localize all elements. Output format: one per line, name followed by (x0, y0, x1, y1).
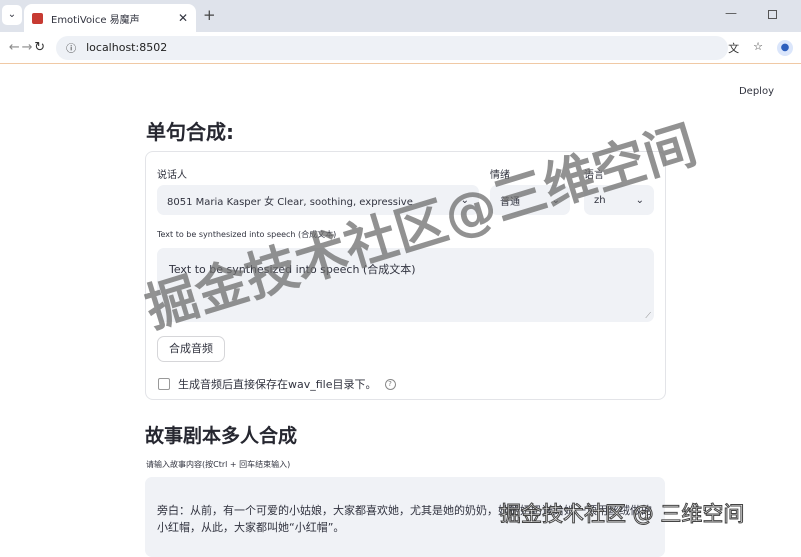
chevron-down-icon: ⌄ (460, 194, 469, 206)
checkbox-icon[interactable] (158, 378, 170, 390)
checkbox-label: 生成音频后直接保存在wav_file目录下。 (178, 378, 377, 391)
language-label: 语言 (584, 170, 604, 181)
help-icon[interactable]: ? (384, 378, 396, 390)
forward-icon[interactable]: → (21, 40, 34, 55)
tab-list-button[interactable]: ⌄ (2, 5, 22, 25)
tab-title: EmotiVoice 易魔声 (51, 14, 140, 26)
speaker-label: 说话人 (157, 170, 187, 181)
save-wav-checkbox[interactable]: 生成音频后直接保存在wav_file目录下。 ? (158, 376, 396, 392)
url-text: localhost:8502 (86, 41, 168, 54)
translate-icon[interactable]: 文 (728, 40, 739, 56)
story-input[interactable]: 旁白：从前，有一个可爱的小姑娘，大家都喜欢她，尤其是她的奶奶，她的奶奶送给她一顶… (145, 477, 665, 557)
text-label: Text to be synthesized into speech (合成文本… (157, 230, 337, 239)
close-tab-icon[interactable]: ✕ (178, 11, 188, 25)
emotion-label: 情绪 (490, 170, 510, 181)
new-tab-button[interactable]: + (203, 6, 216, 24)
emotion-select[interactable]: 普通 ⌄ (490, 185, 570, 215)
speaker-value: 8051 Maria Kasper 女 Clear, soothing, exp… (167, 196, 413, 208)
deploy-button[interactable]: Deploy (739, 86, 774, 97)
synthesize-button[interactable]: 合成音频 (157, 336, 225, 362)
single-synthesis-title: 单句合成: (146, 120, 234, 144)
language-value: zh (594, 194, 606, 206)
bookmark-star-icon[interactable]: ☆ (753, 40, 763, 56)
address-bar: ← → ↻ ⓘ localhost:8502 文 ☆ ● (0, 32, 801, 64)
minimize-button[interactable]: — (725, 6, 737, 20)
profile-avatar[interactable]: ● (777, 39, 793, 56)
text-input[interactable]: Text to be synthesized into speech (合成文本… (157, 248, 654, 322)
site-info-icon[interactable]: ⓘ (66, 40, 76, 55)
language-select[interactable]: zh ⌄ (584, 185, 654, 215)
url-input[interactable]: ⓘ localhost:8502 (56, 35, 729, 60)
story-synthesis-title: 故事剧本多人合成 (145, 425, 298, 447)
back-icon[interactable]: ← (8, 40, 21, 55)
tab-bar: ⌄ EmotiVoice 易魔声 ✕ + — (0, 0, 801, 32)
reload-icon[interactable]: ↻ (33, 40, 46, 55)
maximize-button[interactable] (768, 10, 777, 19)
speaker-select[interactable]: 8051 Maria Kasper 女 Clear, soothing, exp… (157, 185, 479, 215)
browser-tab[interactable]: EmotiVoice 易魔声 ✕ (24, 4, 196, 32)
resize-handle-icon[interactable]: ⟋ (645, 311, 651, 321)
chevron-down-icon: ⌄ (551, 194, 560, 206)
story-input-value: 旁白：从前，有一个可爱的小姑娘，大家都喜欢她，尤其是她的奶奶，她的奶奶送给她一顶… (157, 504, 652, 534)
story-input-label: 请输入故事内容(按Ctrl + 回车结束输入) (146, 460, 291, 469)
app-favicon-icon (32, 12, 43, 24)
single-synthesis-form: 说话人 8051 Maria Kasper 女 Clear, soothing,… (145, 151, 666, 400)
emotion-value: 普通 (500, 196, 520, 208)
text-input-value: Text to be synthesized into speech (合成文本… (169, 263, 416, 276)
chevron-down-icon: ⌄ (635, 194, 644, 206)
